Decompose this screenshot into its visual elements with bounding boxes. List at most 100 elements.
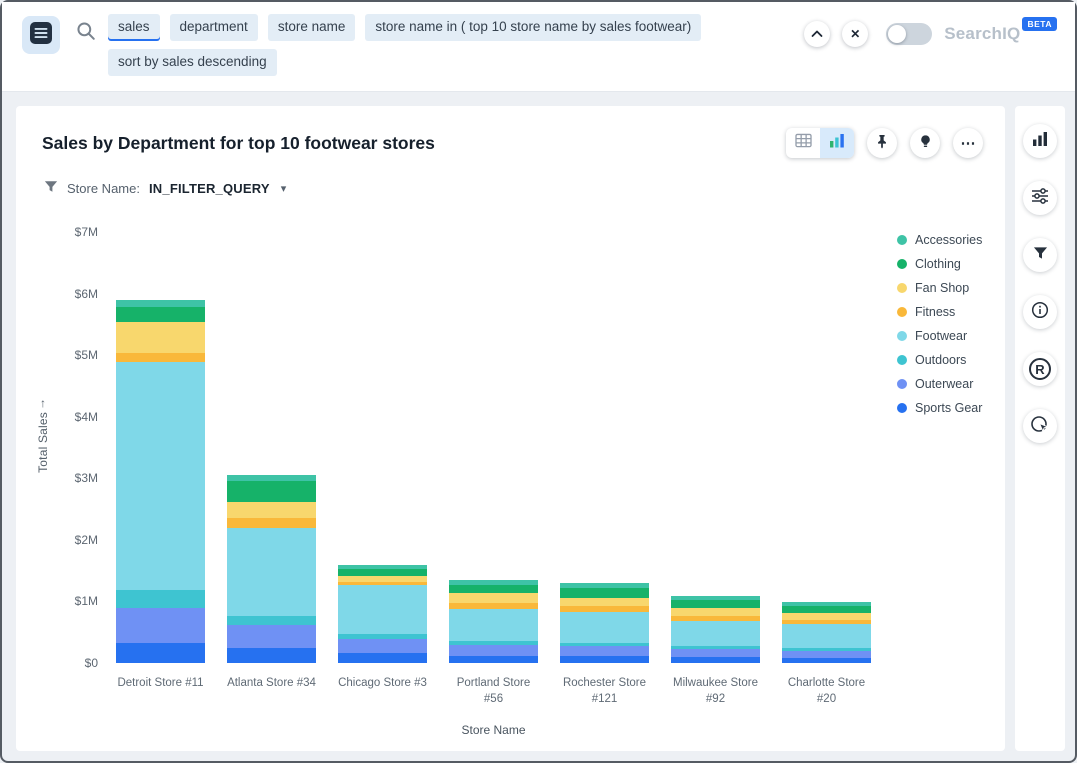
pin-button[interactable]	[867, 128, 897, 158]
toggle-knob	[888, 25, 906, 43]
answer-toolbar: ⋯	[786, 128, 983, 158]
more-options-button[interactable]: ⋯	[953, 128, 983, 158]
bar-portland-store-56[interactable]	[449, 232, 538, 663]
data-sources-icon	[30, 22, 52, 49]
searchiq-label-group: SearchIQ BETA	[944, 24, 1057, 44]
bar-segment[interactable]	[227, 481, 316, 501]
bar-segment[interactable]	[560, 598, 649, 607]
answer-card: Sales by Department for top 10 footwear …	[16, 106, 1005, 751]
bar-segment[interactable]	[782, 651, 871, 658]
data-sources-button[interactable]	[22, 16, 60, 54]
x-tick-label: Portland Store #56	[449, 675, 538, 707]
legend-item[interactable]: Outdoors	[897, 348, 982, 372]
bar-segment[interactable]	[116, 608, 205, 643]
right-rail: R	[1015, 106, 1065, 751]
legend-item[interactable]: Outerwear	[897, 372, 982, 396]
bar-segment[interactable]	[782, 658, 871, 663]
legend-item[interactable]: Clothing	[897, 252, 982, 276]
bar-milwaukee-store-92[interactable]	[671, 232, 760, 663]
bar-segment[interactable]	[782, 624, 871, 647]
filters-button[interactable]	[1023, 238, 1057, 272]
bar-segment[interactable]	[116, 322, 205, 353]
y-tick-label: $6M	[38, 287, 98, 301]
bar-segment[interactable]	[560, 612, 649, 643]
filter-value-dropdown[interactable]: IN_FILTER_QUERY	[149, 181, 270, 196]
legend-dot	[897, 259, 907, 269]
search-token[interactable]: sort by sales descending	[108, 49, 277, 76]
bar-segment[interactable]	[449, 645, 538, 656]
bar-segment[interactable]	[116, 307, 205, 322]
legend-item[interactable]: Fan Shop	[897, 276, 982, 300]
bar-segment[interactable]	[227, 528, 316, 616]
clear-search-button[interactable]: ✕	[842, 21, 868, 47]
x-tick-label: Charlotte Store #20	[782, 675, 871, 707]
bar-segment[interactable]	[116, 590, 205, 608]
search-tokens[interactable]: sales department store name store name in (…	[108, 14, 753, 76]
bar-segment[interactable]	[671, 649, 760, 657]
configure-button[interactable]	[1023, 181, 1057, 215]
bar-segment[interactable]	[227, 518, 316, 527]
bar-segment[interactable]	[782, 613, 871, 620]
chart-view-button[interactable]	[820, 128, 854, 158]
legend-label: Fitness	[915, 305, 955, 319]
bar-segment[interactable]	[671, 608, 760, 616]
r-analysis-button[interactable]: R	[1023, 352, 1057, 386]
bar-segment[interactable]	[560, 646, 649, 656]
table-view-button[interactable]	[786, 128, 820, 158]
legend-item[interactable]: Accessories	[897, 228, 982, 252]
insights-button[interactable]	[910, 128, 940, 158]
search-token[interactable]: store name	[268, 14, 356, 41]
chart-region: ↑ Total Sales $0$1M$2M$3M$4M$5M$6M$7M Ac…	[30, 222, 1001, 663]
info-button[interactable]	[1023, 295, 1057, 329]
bar-segment[interactable]	[560, 656, 649, 663]
bar-segment[interactable]	[671, 657, 760, 663]
bar-segment[interactable]	[782, 606, 871, 613]
legend-item[interactable]: Footwear	[897, 324, 982, 348]
bar-segment[interactable]	[338, 653, 427, 663]
bar-charlotte-store-20[interactable]	[782, 232, 871, 663]
bar-segment[interactable]	[560, 588, 649, 598]
bar-detroit-store-11[interactable]	[116, 232, 205, 663]
bar-atlanta-store-34[interactable]	[227, 232, 316, 663]
bar-segment[interactable]	[338, 585, 427, 634]
bar-segment[interactable]	[227, 648, 316, 663]
searchiq-toggle[interactable]	[886, 23, 932, 45]
bar-segment[interactable]	[449, 593, 538, 602]
filters-icon	[1033, 246, 1048, 265]
chevron-down-icon[interactable]: ▾	[281, 182, 287, 195]
r-analysis-icon: R	[1029, 358, 1051, 380]
bar-segment[interactable]	[227, 625, 316, 648]
search-token[interactable]: sales	[108, 14, 160, 41]
bar-segment[interactable]	[227, 502, 316, 519]
legend-item[interactable]: Sports Gear	[897, 396, 982, 420]
bar-segment[interactable]	[116, 353, 205, 362]
searchiq-label: SearchIQ	[944, 24, 1020, 44]
legend-item[interactable]: Fitness	[897, 300, 982, 324]
configure-icon	[1031, 188, 1049, 209]
bar-rochester-store-121[interactable]	[560, 232, 649, 663]
bar-segment[interactable]	[671, 621, 760, 647]
bar-segment[interactable]	[116, 643, 205, 663]
legend-dot	[897, 235, 907, 245]
bar-segment[interactable]	[227, 616, 316, 626]
explore-button[interactable]	[1023, 409, 1057, 443]
y-tick-label: $2M	[38, 533, 98, 547]
bar-segment[interactable]	[338, 639, 427, 653]
visualizations-button[interactable]	[1023, 124, 1057, 158]
chart-legend: Accessories Clothing Fan Shop Fitness Footwe…	[897, 228, 982, 663]
search-token[interactable]: store name in ( top 10 store name by sal…	[365, 14, 701, 41]
legend-label: Outdoors	[915, 353, 966, 367]
legend-label: Clothing	[915, 257, 961, 271]
bar-segment[interactable]	[449, 656, 538, 663]
bar-segment[interactable]	[116, 300, 205, 307]
collapse-search-button[interactable]	[804, 21, 830, 47]
bar-chart-icon	[829, 133, 845, 153]
close-icon: ✕	[850, 27, 860, 41]
bar-segment[interactable]	[449, 609, 538, 641]
bar-segment[interactable]	[671, 600, 760, 607]
bar-segment[interactable]	[116, 362, 205, 590]
bar-chicago-store-3[interactable]	[338, 232, 427, 663]
search-token[interactable]: department	[170, 14, 258, 41]
y-tick-label: $1M	[38, 594, 98, 608]
bar-segment[interactable]	[449, 585, 538, 594]
